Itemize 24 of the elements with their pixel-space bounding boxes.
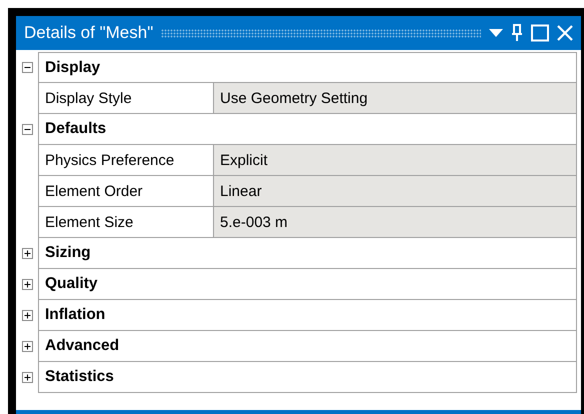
section-header[interactable]: Display bbox=[39, 53, 576, 82]
expand-icon[interactable] bbox=[22, 341, 32, 352]
section-header[interactable]: Quality bbox=[39, 269, 576, 299]
section-header[interactable]: Advanced bbox=[39, 331, 576, 361]
pin-icon[interactable] bbox=[511, 24, 523, 42]
property-value[interactable]: 5.e-003 m bbox=[214, 207, 576, 237]
collapse-icon[interactable] bbox=[22, 62, 32, 73]
expand-icon[interactable] bbox=[22, 248, 32, 259]
drag-grip[interactable] bbox=[161, 28, 481, 38]
dropdown-icon[interactable] bbox=[489, 28, 503, 38]
section-header[interactable]: Inflation bbox=[39, 300, 576, 330]
window-title: Details of "Mesh" bbox=[24, 23, 154, 43]
property-value[interactable]: Linear bbox=[214, 176, 576, 206]
property-value[interactable]: Use Geometry Setting bbox=[214, 83, 576, 113]
section-header[interactable]: Statistics bbox=[39, 362, 576, 392]
section-header[interactable]: Sizing bbox=[39, 238, 576, 268]
expand-icon[interactable] bbox=[22, 372, 32, 383]
section-header[interactable]: Defaults bbox=[39, 114, 576, 144]
maximize-icon[interactable] bbox=[531, 24, 549, 42]
expand-icon[interactable] bbox=[22, 279, 32, 290]
expand-icon[interactable] bbox=[22, 310, 32, 321]
property-value[interactable]: Explicit bbox=[214, 145, 576, 175]
close-icon[interactable] bbox=[557, 25, 573, 41]
collapse-icon[interactable] bbox=[22, 124, 32, 135]
